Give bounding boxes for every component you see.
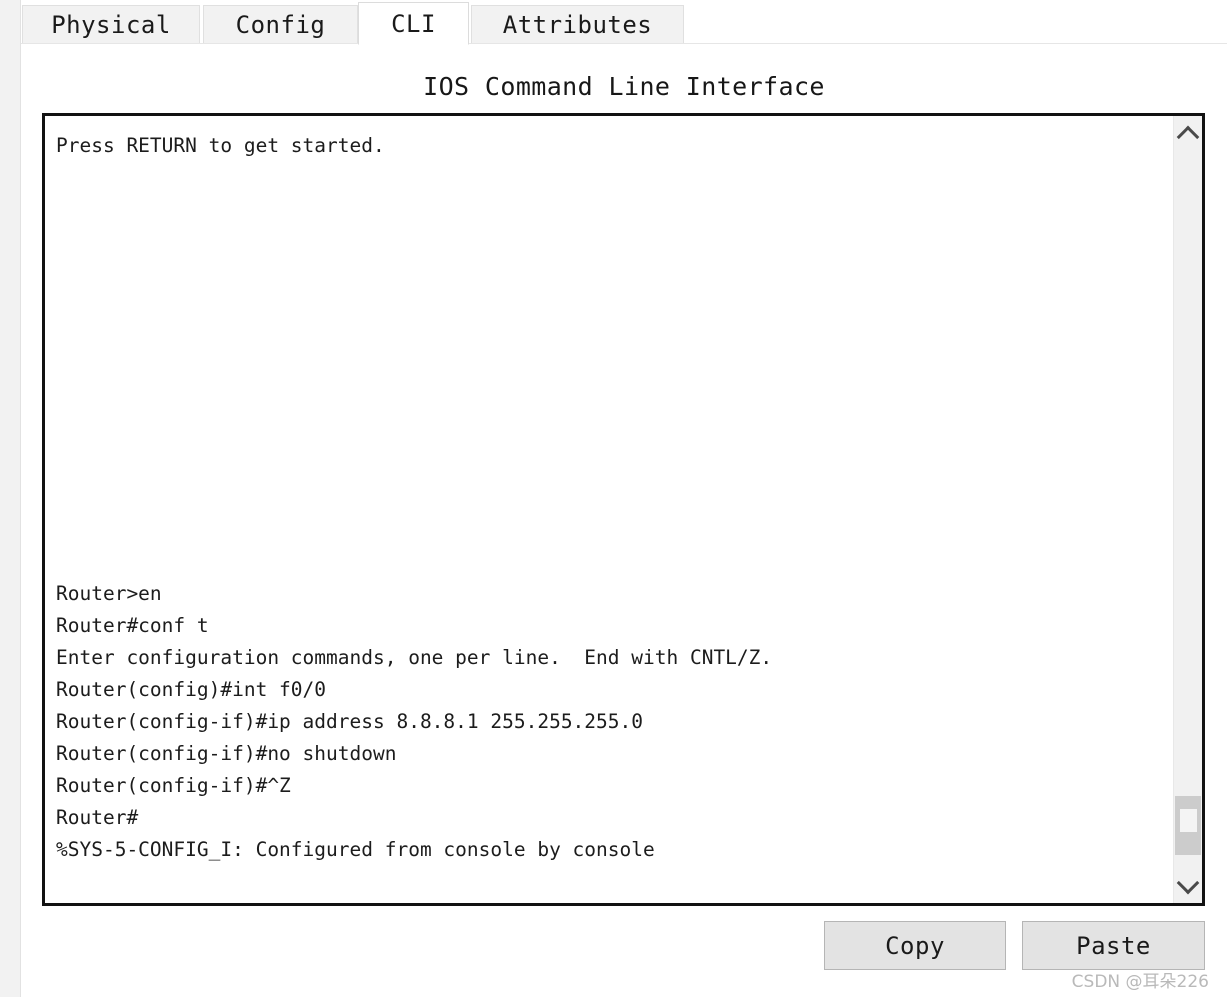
tab-config-label: Config bbox=[235, 11, 326, 39]
scrollbar-track[interactable] bbox=[1174, 149, 1202, 870]
terminal-panel: Press RETURN to get started. Router>en Ro… bbox=[42, 113, 1205, 906]
tab-cli[interactable]: CLI bbox=[358, 2, 469, 45]
paste-button-label: Paste bbox=[1076, 931, 1151, 960]
terminal-line: Enter configuration commands, one per li… bbox=[56, 646, 773, 669]
watermark: CSDN @耳朵226 bbox=[1071, 972, 1209, 992]
tab-attributes[interactable]: Attributes bbox=[471, 5, 684, 44]
scrollbar-thumb[interactable] bbox=[1175, 796, 1201, 855]
tab-physical[interactable]: Physical bbox=[22, 5, 200, 44]
terminal-line: Router(config-if)#^Z bbox=[56, 774, 291, 797]
tab-config[interactable]: Config bbox=[203, 5, 358, 44]
left-gutter-strip bbox=[0, 0, 21, 997]
copy-button[interactable]: Copy bbox=[824, 921, 1006, 970]
tab-cli-label: CLI bbox=[391, 9, 436, 38]
copy-button-label: Copy bbox=[885, 931, 945, 960]
tab-physical-label: Physical bbox=[51, 11, 171, 39]
terminal-line: %SYS-5-CONFIG_I: Configured from console… bbox=[56, 838, 655, 861]
terminal-output[interactable]: Press RETURN to get started. Router>en Ro… bbox=[45, 116, 1173, 903]
tab-attributes-label: Attributes bbox=[502, 11, 653, 39]
tab-bar-underline bbox=[21, 43, 1227, 44]
paste-button[interactable]: Paste bbox=[1022, 921, 1205, 970]
terminal-line: Router#conf t bbox=[56, 614, 209, 637]
terminal-line: Router>en bbox=[56, 582, 162, 605]
chevron-down-icon bbox=[1176, 871, 1200, 894]
terminal-line: Router(config-if)#no shutdown bbox=[56, 742, 397, 765]
tab-bar: Physical Config CLI Attributes bbox=[21, 0, 1227, 45]
chevron-up-icon bbox=[1176, 125, 1200, 148]
terminal-line: Router(config)#int f0/0 bbox=[56, 678, 327, 701]
page-title: IOS Command Line Interface bbox=[423, 72, 825, 101]
terminal-line: Press RETURN to get started. bbox=[56, 134, 385, 157]
scroll-down-button[interactable] bbox=[1174, 870, 1202, 900]
terminal-line: Router(config-if)#ip address 8.8.8.1 255… bbox=[56, 710, 643, 733]
scroll-up-button[interactable] bbox=[1174, 119, 1202, 149]
terminal-line: Router# bbox=[56, 806, 139, 829]
scrollbar-thumb-grip bbox=[1180, 809, 1197, 832]
terminal-scrollbar[interactable] bbox=[1173, 116, 1202, 903]
